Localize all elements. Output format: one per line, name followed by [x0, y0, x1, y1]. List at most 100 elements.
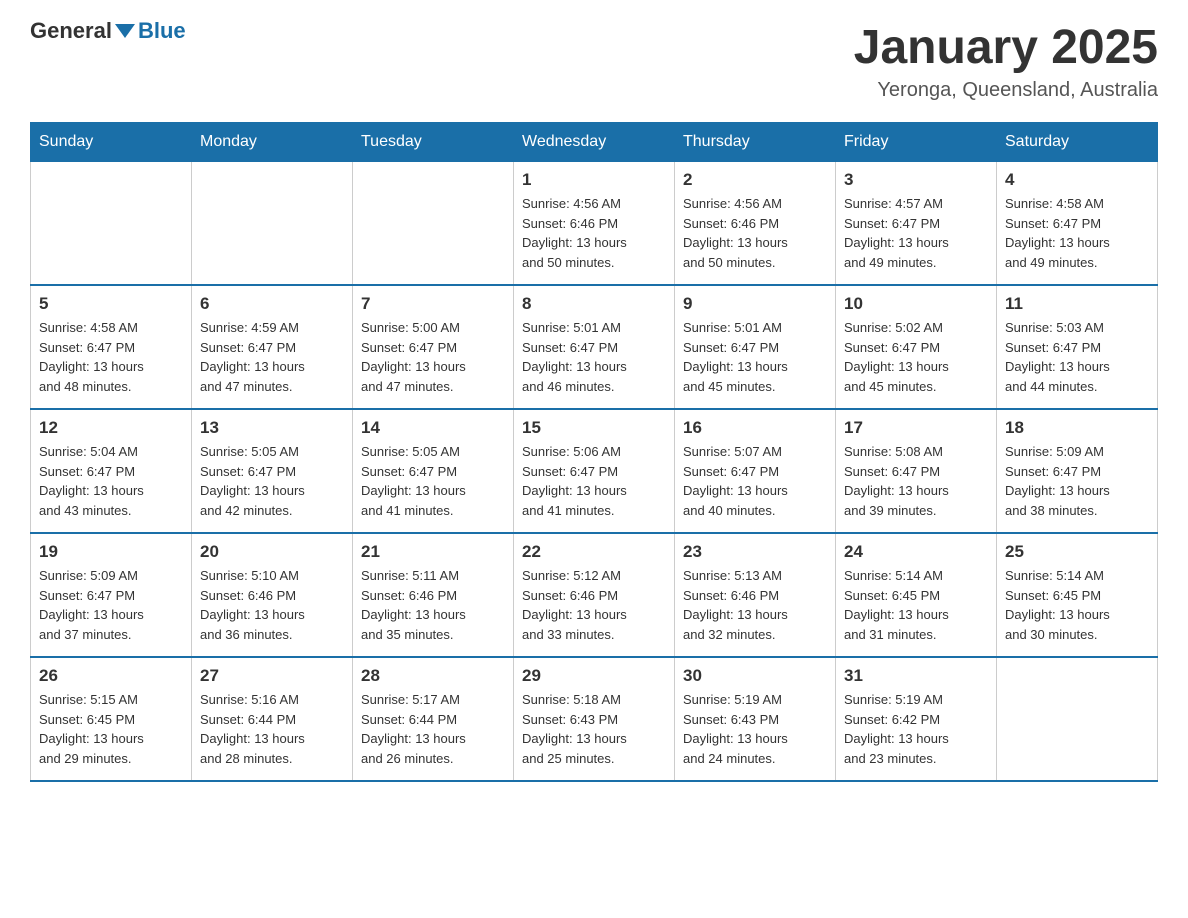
logo-general-text: General — [30, 20, 112, 42]
calendar-cell: 31 Sunrise: 5:19 AM Sunset: 6:42 PM Dayli… — [836, 657, 997, 781]
calendar-week-4: 19 Sunrise: 5:09 AM Sunset: 6:47 PM Dayli… — [31, 533, 1158, 657]
title-section: January 2025 Yeronga, Queensland, Austra… — [854, 20, 1158, 102]
calendar-cell: 16 Sunrise: 5:07 AM Sunset: 6:47 PM Dayli… — [675, 409, 836, 533]
calendar-table: SundayMondayTuesdayWednesdayThursdayFrid… — [30, 122, 1158, 782]
calendar-cell — [353, 162, 514, 286]
day-number: 3 — [844, 170, 988, 190]
day-info: Sunrise: 5:09 AM Sunset: 6:47 PM Dayligh… — [39, 566, 183, 644]
day-info: Sunrise: 5:05 AM Sunset: 6:47 PM Dayligh… — [361, 442, 505, 520]
day-header-sunday: Sunday — [31, 123, 192, 162]
calendar-cell: 29Sunrise: 5:18 AM Sunset: 6:43 PM Dayli… — [514, 657, 675, 781]
day-number: 11 — [1005, 294, 1149, 314]
day-number: 15 — [522, 418, 666, 438]
day-info: Sunrise: 4:59 AM Sunset: 6:47 PM Dayligh… — [200, 318, 344, 396]
calendar-cell: 2 Sunrise: 4:56 AM Sunset: 6:46 PM Daylig… — [675, 162, 836, 286]
day-info: Sunrise: 5:00 AM Sunset: 6:47 PM Dayligh… — [361, 318, 505, 396]
day-info: Sunrise: 5:14 AM Sunset: 6:45 PM Dayligh… — [844, 566, 988, 644]
calendar-cell: 14 Sunrise: 5:05 AM Sunset: 6:47 PM Dayli… — [353, 409, 514, 533]
day-number: 5 — [39, 294, 183, 314]
day-number: 27 — [200, 666, 344, 686]
day-number: 14 — [361, 418, 505, 438]
day-info: Sunrise: 5:14 AM Sunset: 6:45 PM Dayligh… — [1005, 566, 1149, 644]
day-info: Sunrise: 5:18 AM Sunset: 6:43 PM Dayligh… — [522, 690, 666, 768]
day-number: 8 — [522, 294, 666, 314]
logo: General Blue — [30, 20, 186, 42]
calendar-cell: 24 Sunrise: 5:14 AM Sunset: 6:45 PM Dayli… — [836, 533, 997, 657]
day-number: 12 — [39, 418, 183, 438]
day-info: Sunrise: 5:13 AM Sunset: 6:46 PM Dayligh… — [683, 566, 827, 644]
day-header-tuesday: Tuesday — [353, 123, 514, 162]
day-info: Sunrise: 5:02 AM Sunset: 6:47 PM Dayligh… — [844, 318, 988, 396]
day-info: Sunrise: 5:01 AM Sunset: 6:47 PM Dayligh… — [522, 318, 666, 396]
calendar-cell: 15 Sunrise: 5:06 AM Sunset: 6:47 PM Dayli… — [514, 409, 675, 533]
calendar-cell: 21 Sunrise: 5:11 AM Sunset: 6:46 PM Dayli… — [353, 533, 514, 657]
day-info: Sunrise: 5:12 AM Sunset: 6:46 PM Dayligh… — [522, 566, 666, 644]
calendar-cell: 6 Sunrise: 4:59 AM Sunset: 6:47 PM Daylig… — [192, 285, 353, 409]
day-number: 1 — [522, 170, 666, 190]
day-info: Sunrise: 5:19 AM Sunset: 6:42 PM Dayligh… — [844, 690, 988, 768]
day-number: 4 — [1005, 170, 1149, 190]
day-info: Sunrise: 5:19 AM Sunset: 6:43 PM Dayligh… — [683, 690, 827, 768]
day-number: 23 — [683, 542, 827, 562]
days-of-week-row: SundayMondayTuesdayWednesdayThursdayFrid… — [31, 123, 1158, 162]
calendar-cell: 8 Sunrise: 5:01 AM Sunset: 6:47 PM Daylig… — [514, 285, 675, 409]
calendar-cell: 30 Sunrise: 5:19 AM Sunset: 6:43 PM Dayli… — [675, 657, 836, 781]
day-info: Sunrise: 4:57 AM Sunset: 6:47 PM Dayligh… — [844, 194, 988, 272]
day-number: 24 — [844, 542, 988, 562]
day-number: 10 — [844, 294, 988, 314]
calendar-cell: 12Sunrise: 5:04 AM Sunset: 6:47 PM Dayli… — [31, 409, 192, 533]
day-number: 31 — [844, 666, 988, 686]
calendar-cell: 28Sunrise: 5:17 AM Sunset: 6:44 PM Dayli… — [353, 657, 514, 781]
day-info: Sunrise: 4:58 AM Sunset: 6:47 PM Dayligh… — [1005, 194, 1149, 272]
calendar-week-5: 26 Sunrise: 5:15 AM Sunset: 6:45 PM Dayli… — [31, 657, 1158, 781]
calendar-cell: 25 Sunrise: 5:14 AM Sunset: 6:45 PM Dayli… — [997, 533, 1158, 657]
calendar-header: SundayMondayTuesdayWednesdayThursdayFrid… — [31, 123, 1158, 162]
day-number: 9 — [683, 294, 827, 314]
day-number: 17 — [844, 418, 988, 438]
calendar-cell: 27 Sunrise: 5:16 AM Sunset: 6:44 PM Dayli… — [192, 657, 353, 781]
calendar-cell — [31, 162, 192, 286]
day-number: 25 — [1005, 542, 1149, 562]
day-number: 18 — [1005, 418, 1149, 438]
calendar-cell: 9 Sunrise: 5:01 AM Sunset: 6:47 PM Daylig… — [675, 285, 836, 409]
day-number: 28 — [361, 666, 505, 686]
calendar-cell: 13Sunrise: 5:05 AM Sunset: 6:47 PM Dayli… — [192, 409, 353, 533]
day-info: Sunrise: 4:56 AM Sunset: 6:46 PM Dayligh… — [683, 194, 827, 272]
calendar-cell: 7Sunrise: 5:00 AM Sunset: 6:47 PM Daylig… — [353, 285, 514, 409]
day-number: 21 — [361, 542, 505, 562]
day-number: 16 — [683, 418, 827, 438]
day-header-saturday: Saturday — [997, 123, 1158, 162]
day-info: Sunrise: 5:01 AM Sunset: 6:47 PM Dayligh… — [683, 318, 827, 396]
day-number: 19 — [39, 542, 183, 562]
day-number: 6 — [200, 294, 344, 314]
day-info: Sunrise: 5:10 AM Sunset: 6:46 PM Dayligh… — [200, 566, 344, 644]
calendar-week-3: 12Sunrise: 5:04 AM Sunset: 6:47 PM Dayli… — [31, 409, 1158, 533]
day-header-friday: Friday — [836, 123, 997, 162]
calendar-cell: 10 Sunrise: 5:02 AM Sunset: 6:47 PM Dayli… — [836, 285, 997, 409]
calendar-body: 1 Sunrise: 4:56 AM Sunset: 6:46 PM Daylig… — [31, 162, 1158, 782]
logo-triangle-icon — [115, 24, 135, 38]
logo-blue-text: Blue — [138, 20, 186, 42]
month-title: January 2025 — [854, 20, 1158, 75]
calendar-cell: 20Sunrise: 5:10 AM Sunset: 6:46 PM Dayli… — [192, 533, 353, 657]
day-info: Sunrise: 5:08 AM Sunset: 6:47 PM Dayligh… — [844, 442, 988, 520]
day-info: Sunrise: 5:11 AM Sunset: 6:46 PM Dayligh… — [361, 566, 505, 644]
calendar-cell: 3 Sunrise: 4:57 AM Sunset: 6:47 PM Daylig… — [836, 162, 997, 286]
day-number: 22 — [522, 542, 666, 562]
day-info: Sunrise: 5:15 AM Sunset: 6:45 PM Dayligh… — [39, 690, 183, 768]
day-number: 26 — [39, 666, 183, 686]
day-info: Sunrise: 4:56 AM Sunset: 6:46 PM Dayligh… — [522, 194, 666, 272]
day-info: Sunrise: 5:06 AM Sunset: 6:47 PM Dayligh… — [522, 442, 666, 520]
calendar-cell — [192, 162, 353, 286]
calendar-week-2: 5Sunrise: 4:58 AM Sunset: 6:47 PM Daylig… — [31, 285, 1158, 409]
day-info: Sunrise: 5:09 AM Sunset: 6:47 PM Dayligh… — [1005, 442, 1149, 520]
day-info: Sunrise: 5:07 AM Sunset: 6:47 PM Dayligh… — [683, 442, 827, 520]
page-header: General Blue January 2025 Yeronga, Queen… — [30, 20, 1158, 102]
day-header-thursday: Thursday — [675, 123, 836, 162]
calendar-cell — [997, 657, 1158, 781]
day-header-monday: Monday — [192, 123, 353, 162]
day-info: Sunrise: 5:16 AM Sunset: 6:44 PM Dayligh… — [200, 690, 344, 768]
day-number: 30 — [683, 666, 827, 686]
day-number: 2 — [683, 170, 827, 190]
day-header-wednesday: Wednesday — [514, 123, 675, 162]
